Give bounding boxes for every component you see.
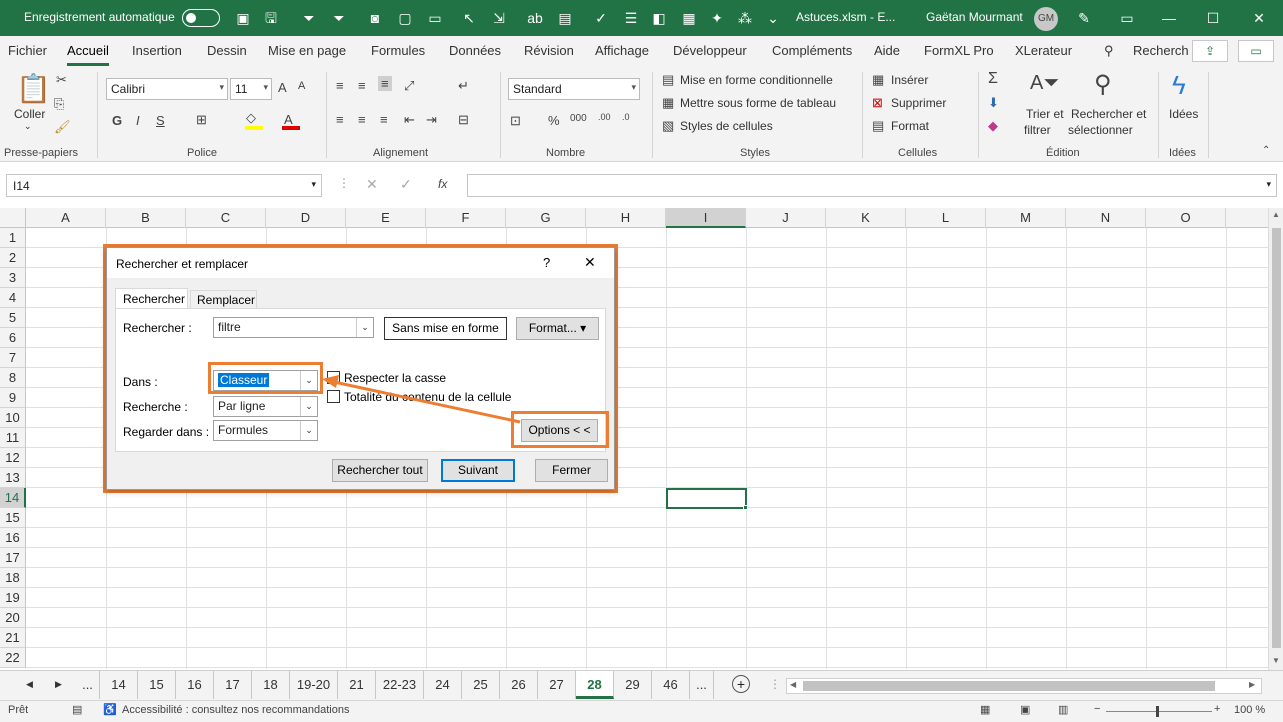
annotation-arrow [322, 375, 521, 424]
arrow-head [322, 375, 339, 388]
arrow-line [333, 380, 521, 424]
